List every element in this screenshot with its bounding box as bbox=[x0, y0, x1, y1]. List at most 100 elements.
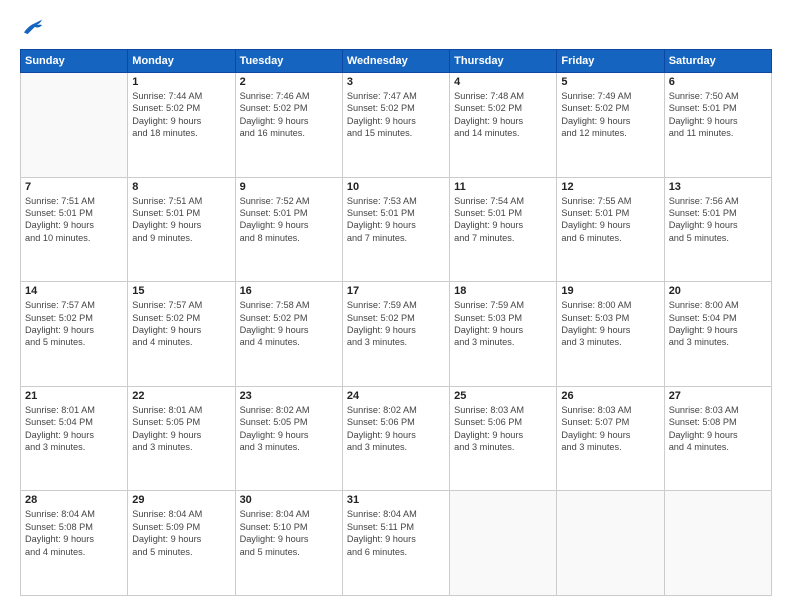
day-number: 29 bbox=[132, 494, 230, 506]
day-number: 15 bbox=[132, 285, 230, 297]
calendar-cell: 11 Sunrise: 7:54 AMSunset: 5:01 PMDayligh… bbox=[450, 177, 557, 282]
day-info: Sunrise: 8:04 AMSunset: 5:08 PMDaylight:… bbox=[25, 508, 123, 558]
day-number: 9 bbox=[240, 181, 338, 193]
calendar-cell: 20 Sunrise: 8:00 AMSunset: 5:04 PMDayligh… bbox=[664, 282, 771, 387]
calendar-table: SundayMondayTuesdayWednesdayThursdayFrid… bbox=[20, 49, 772, 596]
calendar-cell: 8 Sunrise: 7:51 AMSunset: 5:01 PMDaylight… bbox=[128, 177, 235, 282]
calendar-cell bbox=[664, 491, 771, 596]
calendar-cell bbox=[450, 491, 557, 596]
day-info: Sunrise: 7:50 AMSunset: 5:01 PMDaylight:… bbox=[669, 90, 767, 140]
weekday-header: Thursday bbox=[450, 50, 557, 73]
day-info: Sunrise: 8:03 AMSunset: 5:08 PMDaylight:… bbox=[669, 404, 767, 454]
day-info: Sunrise: 7:55 AMSunset: 5:01 PMDaylight:… bbox=[561, 195, 659, 245]
day-number: 18 bbox=[454, 285, 552, 297]
day-number: 30 bbox=[240, 494, 338, 506]
day-info: Sunrise: 7:59 AMSunset: 5:03 PMDaylight:… bbox=[454, 299, 552, 349]
calendar-cell: 22 Sunrise: 8:01 AMSunset: 5:05 PMDayligh… bbox=[128, 386, 235, 491]
calendar-cell: 17 Sunrise: 7:59 AMSunset: 5:02 PMDayligh… bbox=[342, 282, 449, 387]
day-info: Sunrise: 7:54 AMSunset: 5:01 PMDaylight:… bbox=[454, 195, 552, 245]
day-info: Sunrise: 7:53 AMSunset: 5:01 PMDaylight:… bbox=[347, 195, 445, 245]
day-info: Sunrise: 7:51 AMSunset: 5:01 PMDaylight:… bbox=[132, 195, 230, 245]
calendar-cell: 21 Sunrise: 8:01 AMSunset: 5:04 PMDayligh… bbox=[21, 386, 128, 491]
day-info: Sunrise: 8:03 AMSunset: 5:07 PMDaylight:… bbox=[561, 404, 659, 454]
day-number: 11 bbox=[454, 181, 552, 193]
day-number: 19 bbox=[561, 285, 659, 297]
calendar-cell: 6 Sunrise: 7:50 AMSunset: 5:01 PMDaylight… bbox=[664, 73, 771, 178]
calendar-cell: 26 Sunrise: 8:03 AMSunset: 5:07 PMDayligh… bbox=[557, 386, 664, 491]
day-info: Sunrise: 7:44 AMSunset: 5:02 PMDaylight:… bbox=[132, 90, 230, 140]
day-number: 22 bbox=[132, 390, 230, 402]
calendar-cell: 3Sunrise: 7:47 AMSunset: 5:02 PMDaylight… bbox=[342, 73, 449, 178]
day-number: 6 bbox=[669, 76, 767, 88]
day-number: 10 bbox=[347, 181, 445, 193]
calendar-cell: 16 Sunrise: 7:58 AMSunset: 5:02 PMDayligh… bbox=[235, 282, 342, 387]
day-info: Sunrise: 7:47 AMSunset: 5:02 PMDaylight:… bbox=[347, 90, 445, 140]
day-info: Sunrise: 7:49 AMSunset: 5:02 PMDaylight:… bbox=[561, 90, 659, 140]
day-info: Sunrise: 8:00 AMSunset: 5:04 PMDaylight:… bbox=[669, 299, 767, 349]
day-number: 27 bbox=[669, 390, 767, 402]
day-info: Sunrise: 8:02 AMSunset: 5:05 PMDaylight:… bbox=[240, 404, 338, 454]
day-info: Sunrise: 8:01 AMSunset: 5:05 PMDaylight:… bbox=[132, 404, 230, 454]
calendar-cell: 4Sunrise: 7:48 AMSunset: 5:02 PMDaylight… bbox=[450, 73, 557, 178]
day-number: 21 bbox=[25, 390, 123, 402]
day-info: Sunrise: 8:04 AMSunset: 5:09 PMDaylight:… bbox=[132, 508, 230, 558]
day-info: Sunrise: 7:59 AMSunset: 5:02 PMDaylight:… bbox=[347, 299, 445, 349]
calendar-cell: 23 Sunrise: 8:02 AMSunset: 5:05 PMDayligh… bbox=[235, 386, 342, 491]
day-number: 5 bbox=[561, 76, 659, 88]
calendar-cell: 15 Sunrise: 7:57 AMSunset: 5:02 PMDayligh… bbox=[128, 282, 235, 387]
day-number: 7 bbox=[25, 181, 123, 193]
day-info: Sunrise: 7:51 AMSunset: 5:01 PMDaylight:… bbox=[25, 195, 123, 245]
day-number: 1 bbox=[132, 76, 230, 88]
calendar-cell: 10 Sunrise: 7:53 AMSunset: 5:01 PMDayligh… bbox=[342, 177, 449, 282]
day-number: 26 bbox=[561, 390, 659, 402]
calendar-cell: 1 Sunrise: 7:44 AMSunset: 5:02 PMDaylight… bbox=[128, 73, 235, 178]
day-info: Sunrise: 8:04 AMSunset: 5:11 PMDaylight:… bbox=[347, 508, 445, 558]
weekday-header: Friday bbox=[557, 50, 664, 73]
calendar-cell: 12 Sunrise: 7:55 AMSunset: 5:01 PMDayligh… bbox=[557, 177, 664, 282]
day-info: Sunrise: 7:52 AMSunset: 5:01 PMDaylight:… bbox=[240, 195, 338, 245]
calendar-cell: 14 Sunrise: 7:57 AMSunset: 5:02 PMDayligh… bbox=[21, 282, 128, 387]
day-info: Sunrise: 8:00 AMSunset: 5:03 PMDaylight:… bbox=[561, 299, 659, 349]
weekday-header: Tuesday bbox=[235, 50, 342, 73]
day-info: Sunrise: 7:58 AMSunset: 5:02 PMDaylight:… bbox=[240, 299, 338, 349]
day-number: 25 bbox=[454, 390, 552, 402]
day-number: 20 bbox=[669, 285, 767, 297]
day-number: 31 bbox=[347, 494, 445, 506]
day-number: 17 bbox=[347, 285, 445, 297]
day-number: 13 bbox=[669, 181, 767, 193]
calendar-cell bbox=[21, 73, 128, 178]
day-info: Sunrise: 7:46 AMSunset: 5:02 PMDaylight:… bbox=[240, 90, 338, 140]
calendar-cell: 30 Sunrise: 8:04 AMSunset: 5:10 PMDayligh… bbox=[235, 491, 342, 596]
calendar-cell: 9 Sunrise: 7:52 AMSunset: 5:01 PMDaylight… bbox=[235, 177, 342, 282]
day-info: Sunrise: 8:01 AMSunset: 5:04 PMDaylight:… bbox=[25, 404, 123, 454]
day-number: 16 bbox=[240, 285, 338, 297]
day-number: 8 bbox=[132, 181, 230, 193]
calendar-cell: 5 Sunrise: 7:49 AMSunset: 5:02 PMDaylight… bbox=[557, 73, 664, 178]
calendar-cell: 24 Sunrise: 8:02 AMSunset: 5:06 PMDayligh… bbox=[342, 386, 449, 491]
day-info: Sunrise: 7:57 AMSunset: 5:02 PMDaylight:… bbox=[25, 299, 123, 349]
logo bbox=[20, 16, 48, 41]
day-info: Sunrise: 8:02 AMSunset: 5:06 PMDaylight:… bbox=[347, 404, 445, 454]
day-info: Sunrise: 7:57 AMSunset: 5:02 PMDaylight:… bbox=[132, 299, 230, 349]
day-number: 24 bbox=[347, 390, 445, 402]
weekday-header: Monday bbox=[128, 50, 235, 73]
weekday-header: Saturday bbox=[664, 50, 771, 73]
calendar-cell: 29 Sunrise: 8:04 AMSunset: 5:09 PMDayligh… bbox=[128, 491, 235, 596]
day-number: 4 bbox=[454, 76, 552, 88]
day-number: 28 bbox=[25, 494, 123, 506]
day-number: 12 bbox=[561, 181, 659, 193]
day-number: 2 bbox=[240, 76, 338, 88]
calendar-header: SundayMondayTuesdayWednesdayThursdayFrid… bbox=[21, 50, 772, 73]
weekday-header: Wednesday bbox=[342, 50, 449, 73]
calendar-cell: 13 Sunrise: 7:56 AMSunset: 5:01 PMDayligh… bbox=[664, 177, 771, 282]
calendar-cell: 2 Sunrise: 7:46 AMSunset: 5:02 PMDaylight… bbox=[235, 73, 342, 178]
calendar-cell: 27 Sunrise: 8:03 AMSunset: 5:08 PMDayligh… bbox=[664, 386, 771, 491]
day-info: Sunrise: 7:56 AMSunset: 5:01 PMDaylight:… bbox=[669, 195, 767, 245]
day-number: 14 bbox=[25, 285, 123, 297]
day-info: Sunrise: 8:04 AMSunset: 5:10 PMDaylight:… bbox=[240, 508, 338, 558]
day-info: Sunrise: 8:03 AMSunset: 5:06 PMDaylight:… bbox=[454, 404, 552, 454]
day-number: 23 bbox=[240, 390, 338, 402]
header bbox=[20, 16, 772, 41]
logo-bird-icon bbox=[22, 16, 44, 36]
calendar-cell: 25 Sunrise: 8:03 AMSunset: 5:06 PMDayligh… bbox=[450, 386, 557, 491]
